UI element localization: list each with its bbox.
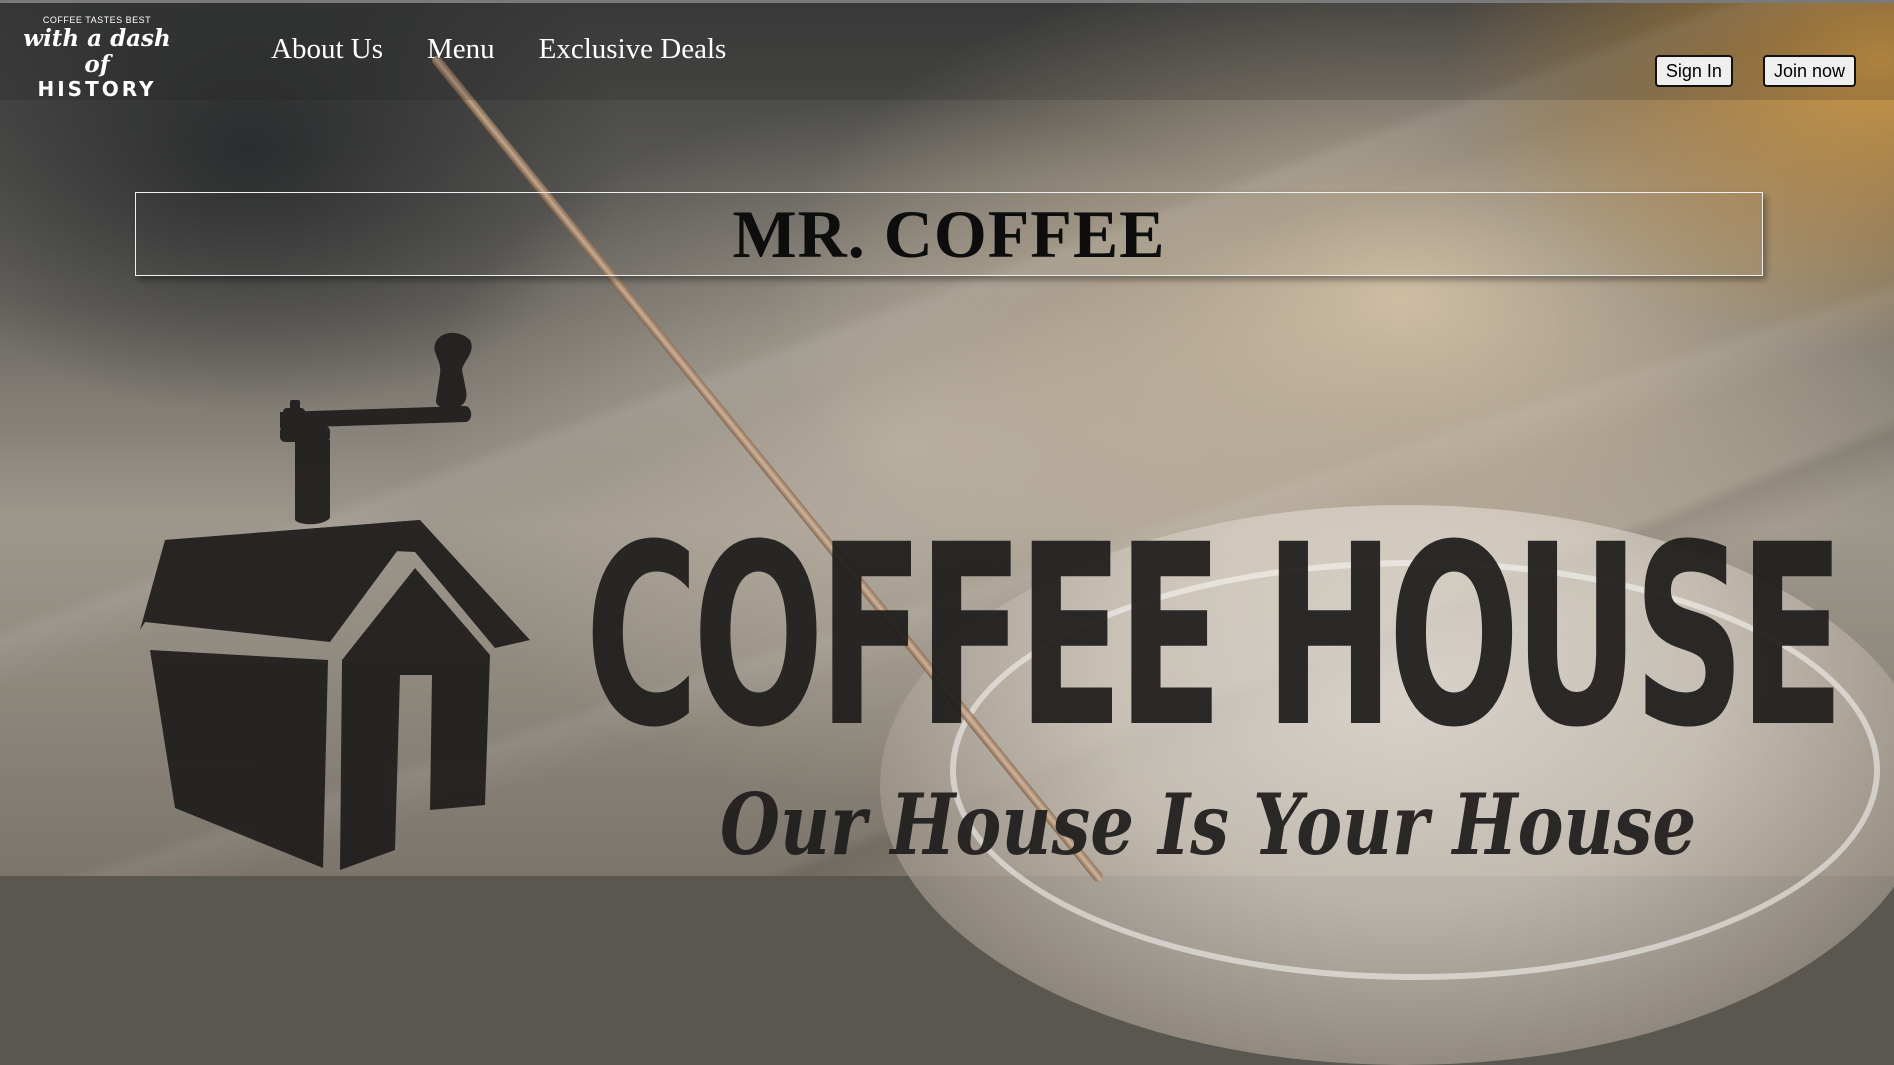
join-now-button[interactable]: Join now: [1762, 55, 1856, 87]
nav-item-menu[interactable]: Menu: [427, 33, 495, 66]
nav-item-about-us[interactable]: About Us: [271, 33, 383, 66]
coffee-grinder-house-icon: [140, 332, 530, 870]
brand-script: with a dash of: [23, 25, 171, 78]
sign-in-button[interactable]: Sign In: [1654, 55, 1733, 87]
site-header: COFFEE TASTES BEST with a dash of HISTOR…: [0, 0, 1894, 100]
logo-tagline: Our House Is Your House: [720, 775, 1697, 874]
brand-tagline: COFFEE TASTES BEST: [42, 15, 152, 25]
brand-caps: HISTORY: [37, 77, 157, 101]
logo-wordmark: COFFEE HOUSE: [585, 491, 1845, 782]
brand-logo[interactable]: COFFEE TASTES BEST with a dash of HISTOR…: [22, 13, 172, 100]
title-banner: MR. COFFEE: [135, 192, 1763, 276]
auth-buttons: Sign In Join now: [1654, 55, 1856, 87]
nav-item-exclusive-deals[interactable]: Exclusive Deals: [539, 33, 727, 66]
page-title: MR. COFFEE: [732, 195, 1166, 272]
main-nav: About Us Menu Exclusive Deals: [271, 33, 726, 66]
